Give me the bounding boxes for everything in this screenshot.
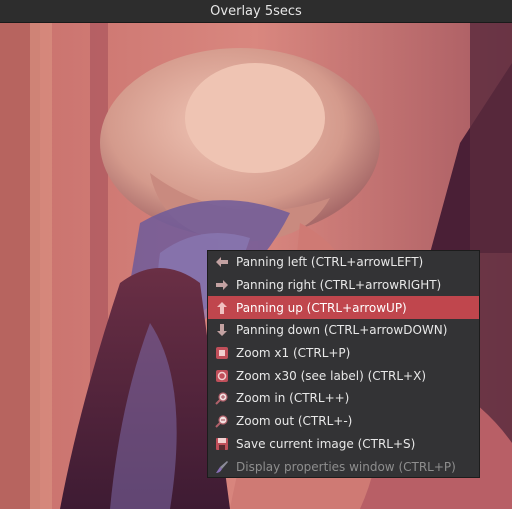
window-title-bar: Overlay 5secs — [0, 0, 512, 23]
arrow-down-icon — [214, 322, 230, 338]
zoom-out-icon — [214, 413, 230, 429]
menu-item-label: Save current image (CTRL+S) — [236, 436, 416, 451]
image-canvas[interactable]: Panning left (CTRL+arrowLEFT) Panning ri… — [0, 23, 512, 509]
menu-item-label: Zoom x30 (see label) (CTRL+X) — [236, 368, 426, 383]
menu-item-label: Panning left (CTRL+arrowLEFT) — [236, 255, 424, 270]
zoom-x1-icon — [214, 345, 230, 361]
menu-item-label: Zoom out (CTRL+-) — [236, 414, 353, 429]
menu-item-panning-right[interactable]: Panning right (CTRL+arrowRIGHT) — [208, 274, 479, 297]
menu-item-panning-left[interactable]: Panning left (CTRL+arrowLEFT) — [208, 251, 479, 274]
arrow-right-icon — [214, 277, 230, 293]
menu-item-panning-down[interactable]: Panning down (CTRL+arrowDOWN) — [208, 319, 479, 342]
menu-item-panning-up[interactable]: Panning up (CTRL+arrowUP) — [208, 296, 479, 320]
menu-item-zoom-x30[interactable]: Zoom x30 (see label) (CTRL+X) — [208, 364, 479, 387]
menu-item-zoom-x1[interactable]: Zoom x1 (CTRL+P) — [208, 342, 479, 365]
menu-item-label: Display properties window (CTRL+P) — [236, 459, 456, 474]
window-title: Overlay 5secs — [210, 3, 302, 19]
arrow-left-icon — [214, 254, 230, 270]
arrow-up-icon — [214, 300, 230, 316]
menu-item-label: Zoom x1 (CTRL+P) — [236, 346, 351, 361]
zoom-in-icon — [214, 390, 230, 406]
menu-item-label: Panning up (CTRL+arrowUP) — [236, 300, 407, 315]
menu-item-save-image[interactable]: Save current image (CTRL+S) — [208, 433, 479, 456]
menu-item-zoom-out[interactable]: Zoom out (CTRL+-) — [208, 410, 479, 433]
menu-item-zoom-in[interactable]: Zoom in (CTRL++) — [208, 387, 479, 410]
menu-item-label: Panning right (CTRL+arrowRIGHT) — [236, 278, 442, 293]
menu-item-label: Panning down (CTRL+arrowDOWN) — [236, 323, 448, 338]
menu-item-display-properties[interactable]: Display properties window (CTRL+P) — [208, 455, 479, 478]
context-menu: Panning left (CTRL+arrowLEFT) Panning ri… — [207, 250, 480, 478]
save-icon — [214, 436, 230, 452]
menu-item-label: Zoom in (CTRL++) — [236, 391, 350, 406]
zoom-x30-icon — [214, 368, 230, 384]
brush-icon — [214, 459, 230, 475]
